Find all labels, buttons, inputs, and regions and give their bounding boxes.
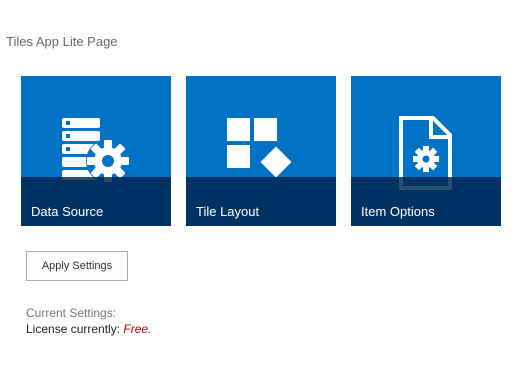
license-value: Free. bbox=[123, 322, 152, 336]
tile-data-source[interactable]: Data Source bbox=[21, 76, 171, 226]
license-label: License currently: bbox=[26, 322, 121, 336]
tile-tile-layout[interactable]: Tile Layout bbox=[186, 76, 336, 226]
tile-label: Item Options bbox=[361, 204, 435, 219]
apply-settings-button[interactable]: Apply Settings bbox=[26, 251, 128, 281]
tile-label: Data Source bbox=[31, 204, 104, 219]
page-title: Tiles App Lite Page bbox=[6, 34, 118, 49]
current-settings-heading: Current Settings: bbox=[26, 306, 117, 320]
tile-label: Tile Layout bbox=[196, 204, 260, 219]
license-status: License currently: Free. bbox=[26, 321, 151, 337]
tile-item-options[interactable]: Item Options bbox=[351, 76, 501, 226]
current-settings: Current Settings: License currently: Fre… bbox=[26, 305, 151, 337]
